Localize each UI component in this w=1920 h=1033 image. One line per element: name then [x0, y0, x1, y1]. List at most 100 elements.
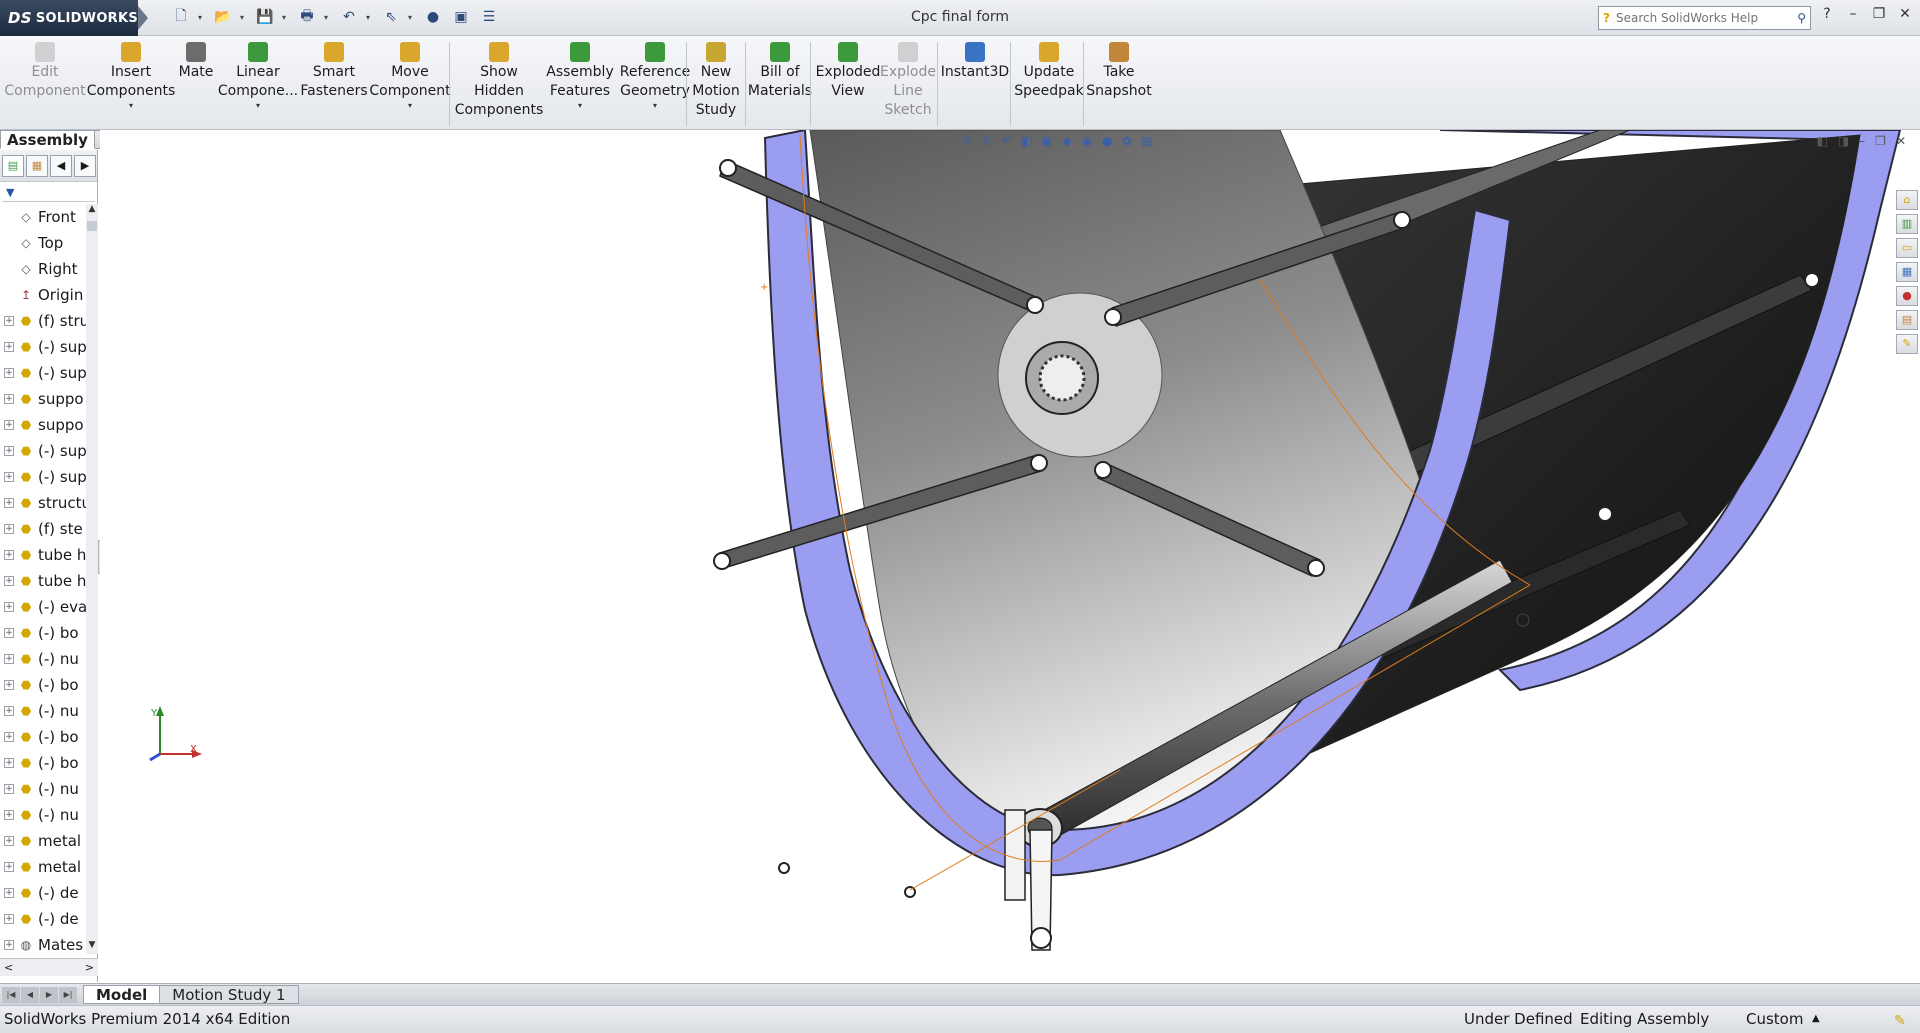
insert-components-button[interactable]: Insert Components ▾	[86, 42, 176, 128]
assembly-model[interactable]: +	[100, 130, 1920, 983]
take-snapshot-button[interactable]: Take Snapshot	[1086, 42, 1152, 128]
expand-icon[interactable]: +	[4, 550, 14, 560]
viewport-tile-icon[interactable]: ◧	[1816, 134, 1827, 148]
solidworks-resources-icon[interactable]: ⌂	[1896, 190, 1918, 210]
tree-item[interactable]: + ⬣ (-) de	[0, 880, 86, 906]
tree-item[interactable]: + ⬣ (f) ste	[0, 516, 86, 542]
file-explorer-icon[interactable]: ▭	[1896, 238, 1918, 258]
expand-icon[interactable]: +	[4, 888, 14, 898]
assembly-features-button[interactable]: Assembly Features ▾	[545, 42, 615, 128]
custom-properties-icon[interactable]: ▤	[1896, 310, 1918, 330]
edit-component-button[interactable]: Edit Component	[4, 42, 86, 128]
tree-item[interactable]: + ⬣ (-) nu	[0, 698, 86, 724]
tree-item[interactable]: + ⬣ (-) bo	[0, 750, 86, 776]
expand-icon[interactable]: +	[4, 342, 14, 352]
search-icon[interactable]: ⚲	[1797, 11, 1806, 25]
exploded-view-button[interactable]: Exploded View	[815, 42, 881, 128]
expand-icon[interactable]: +	[4, 368, 14, 378]
expand-icon[interactable]: +	[4, 836, 14, 846]
explode-line-sketch-button[interactable]: Explode Line Sketch	[880, 42, 936, 128]
view-settings-icon[interactable]: ▤	[1140, 134, 1154, 148]
zoom-area-icon[interactable]: ⚲	[980, 134, 994, 148]
view-palette-icon[interactable]: ▦	[1896, 262, 1918, 282]
tree-item[interactable]: + ⬣ (-) nu	[0, 802, 86, 828]
scroll-left-icon[interactable]: ◀	[50, 154, 72, 177]
tree-item[interactable]: + ⬣ (-) nu	[0, 646, 86, 672]
tree-item[interactable]: + ⬣ tube h	[0, 568, 86, 594]
appearances-icon[interactable]: ●	[1896, 286, 1918, 306]
expand-icon[interactable]: +	[4, 446, 14, 456]
expand-icon[interactable]: +	[4, 732, 14, 742]
scroll-down-icon[interactable]: ▼	[86, 940, 98, 954]
forum-icon[interactable]: ✎	[1896, 334, 1918, 354]
tree-item[interactable]: + ⬣ structu	[0, 490, 86, 516]
filter-icon[interactable]: ▼	[6, 186, 14, 199]
expand-icon[interactable]: +	[4, 706, 14, 716]
last-tab-icon[interactable]: ▶|	[59, 986, 77, 1003]
tree-item[interactable]: + ⬣ (-) sup	[0, 334, 86, 360]
expand-icon[interactable]: +	[4, 940, 14, 950]
tree-item[interactable]: + ⬣ metal	[0, 828, 86, 854]
tree-item[interactable]: + ⬣ tube h	[0, 542, 86, 568]
tab-motion-study-1[interactable]: Motion Study 1	[159, 985, 299, 1004]
tree-horizontal-scrollbar[interactable]: < >	[0, 958, 98, 976]
chevron-down-icon[interactable]: ▾	[578, 101, 582, 111]
expand-icon[interactable]: +	[4, 680, 14, 690]
minimize-button[interactable]: –	[1844, 6, 1862, 26]
chevron-down-icon[interactable]: ▾	[129, 101, 133, 111]
smart-fasteners-button[interactable]: Smart Fasteners	[300, 42, 368, 128]
chevron-down-icon[interactable]: ▾	[653, 101, 657, 111]
quick-tips-icon[interactable]: ✎	[1894, 1008, 1906, 1033]
move-component-button[interactable]: Move Component ▾	[369, 42, 451, 128]
viewport-restore-icon[interactable]: ❐	[1875, 134, 1886, 148]
zoom-to-fit-icon[interactable]: ⚲	[960, 134, 974, 148]
prev-tab-icon[interactable]: ◀	[21, 986, 39, 1003]
display-style-icon[interactable]: ◆	[1060, 134, 1074, 148]
view-orientation-icon[interactable]: ▣	[1040, 134, 1054, 148]
expand-icon[interactable]: +	[4, 524, 14, 534]
expand-icon[interactable]: +	[4, 914, 14, 924]
tree-filter[interactable]: ▼	[2, 184, 95, 202]
expand-icon[interactable]: +	[4, 576, 14, 586]
mate-button[interactable]: Mate	[176, 42, 216, 128]
help-search-input[interactable]	[1615, 11, 1798, 25]
reference-geometry-button[interactable]: Reference Geometry ▾	[618, 42, 692, 128]
expand-icon[interactable]: +	[4, 394, 14, 404]
bill-of-materials-button[interactable]: Bill of Materials	[748, 42, 812, 128]
expand-icon[interactable]: +	[4, 628, 14, 638]
viewport-split-icon[interactable]: ◨	[1838, 134, 1849, 148]
tree-item[interactable]: + ⬣ metal	[0, 854, 86, 880]
tree-item[interactable]: + ⬣ (-) de	[0, 906, 86, 932]
instant3d-button[interactable]: Instant3D	[940, 42, 1010, 128]
scroll-up-icon[interactable]: ▲	[86, 204, 98, 218]
apply-scene-icon[interactable]: ✿	[1120, 134, 1134, 148]
help-menu-icon[interactable]: ?	[1818, 6, 1836, 26]
tree-item[interactable]: + ⬣ (-) bo	[0, 724, 86, 750]
tree-item[interactable]: ◇ Front	[0, 204, 86, 230]
expand-icon[interactable]: +	[4, 498, 14, 508]
tree-vertical-scrollbar[interactable]: ▲ ▼	[86, 204, 98, 954]
expand-icon[interactable]: +	[4, 810, 14, 820]
tab-model[interactable]: Model	[83, 985, 161, 1004]
tree-item[interactable]: + ⬣ suppo	[0, 412, 86, 438]
expand-icon[interactable]: +	[4, 784, 14, 794]
tree-item[interactable]: + ⬣ (-) bo	[0, 672, 86, 698]
edit-appearance-icon[interactable]: ●	[1100, 134, 1114, 148]
tree-item[interactable]: + ⬣ (-) nu	[0, 776, 86, 802]
unit-system[interactable]: Custom	[1746, 1006, 1803, 1032]
hide-show-items-icon[interactable]: ◉	[1080, 134, 1094, 148]
tree-item[interactable]: + ⬣ (-) sup	[0, 438, 86, 464]
tab-assembly[interactable]: Assembly	[0, 130, 95, 149]
expand-icon[interactable]: +	[4, 316, 14, 326]
tree-item[interactable]: + ⬣ (-) eva	[0, 594, 86, 620]
tree-item[interactable]: + ⬣ (f) stru	[0, 308, 86, 334]
feature-tree-tab-icon[interactable]: ▤	[2, 154, 24, 177]
scroll-left-arrow-icon[interactable]: <	[4, 961, 13, 974]
expand-icon[interactable]: +	[4, 420, 14, 430]
property-manager-tab-icon[interactable]: ▦	[26, 154, 48, 177]
expand-icon[interactable]: +	[4, 758, 14, 768]
update-speedpak-button[interactable]: Update Speedpak	[1014, 42, 1084, 128]
linear-component-pattern-button[interactable]: Linear Compone... ▾	[218, 42, 298, 128]
tree-item[interactable]: + ⬣ (-) sup	[0, 360, 86, 386]
next-tab-icon[interactable]: ▶	[40, 986, 58, 1003]
